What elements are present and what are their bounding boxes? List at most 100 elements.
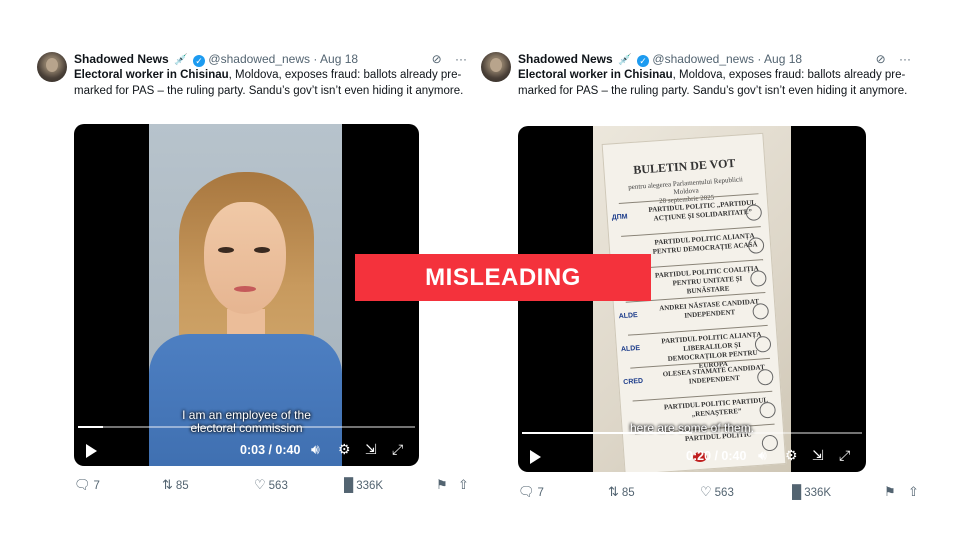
ballot-entry-name: PARTIDUL POLITIC PARTIDUL „RENAȘTERE” bbox=[663, 396, 769, 419]
ballot-vote-circle bbox=[756, 368, 774, 386]
avatar[interactable] bbox=[37, 52, 67, 82]
view-count: 336K bbox=[356, 480, 384, 492]
video-controls: 0:03 / 0:40 🔊︎ ⚙ ⇲ ⤢ bbox=[74, 440, 419, 462]
repost-button[interactable]: ⇅ 85 bbox=[162, 477, 189, 493]
like-button[interactable]: ♡ 563 bbox=[254, 477, 288, 493]
video-progress-fill bbox=[78, 426, 104, 428]
share-button[interactable]: ⇧ bbox=[458, 477, 472, 493]
more-options-icon[interactable]: ··· bbox=[899, 52, 911, 66]
grok-icon[interactable]: ⊘ bbox=[876, 52, 886, 66]
views-bar-chart-icon: █ bbox=[792, 484, 802, 499]
avatar[interactable] bbox=[481, 52, 511, 82]
tweet-date[interactable]: Aug 18 bbox=[320, 52, 358, 66]
ballot-vote-circle bbox=[754, 335, 772, 353]
video-controls: 0:20 / 0:40 🔊︎ ⚙ ⇲ ⤢ bbox=[518, 446, 866, 468]
like-count: 563 bbox=[714, 487, 734, 499]
share-icon: ⇧ bbox=[458, 477, 469, 492]
tweet-actions: 🗨︎ 7 ⇅ 85 ♡ 563 █ 336K ⚑ ⇧ bbox=[518, 484, 919, 502]
ballot-vote-circle bbox=[752, 302, 770, 320]
ballot-entry-name: PARTIDUL POLITIC ALIANȚA PENTRU DEMOCRAȚ… bbox=[652, 231, 758, 256]
video-caption: I am an employee of the electoral commis… bbox=[74, 409, 419, 435]
tweet-text-bold: Electoral worker in Chisinau bbox=[74, 69, 229, 81]
video-progress-fill bbox=[522, 432, 692, 434]
like-count: 563 bbox=[268, 480, 288, 492]
video-progress-bar[interactable] bbox=[78, 426, 415, 428]
repost-icon: ⇅ bbox=[608, 484, 619, 499]
play-icon[interactable] bbox=[86, 444, 97, 458]
bookmark-icon: ⚑ bbox=[436, 477, 448, 492]
settings-gear-icon[interactable]: ⚙ bbox=[338, 441, 351, 458]
syringe-emoji-icon: 💉 bbox=[174, 54, 188, 66]
video-time: 0:20 / 0:40 bbox=[686, 449, 747, 463]
repost-button[interactable]: ⇅ 85 bbox=[608, 484, 635, 500]
author-name[interactable]: Shadowed News bbox=[518, 52, 613, 66]
reply-count: 7 bbox=[93, 480, 100, 492]
views-button[interactable]: █ 336K bbox=[344, 477, 383, 492]
left-eye bbox=[218, 247, 234, 253]
more-options-icon[interactable]: ··· bbox=[455, 52, 467, 66]
bookmark-button[interactable]: ⚑ bbox=[436, 477, 451, 493]
bookmark-icon: ⚑ bbox=[884, 484, 896, 499]
author-handle[interactable]: @shadowed_news bbox=[652, 52, 754, 66]
heart-icon: ♡ bbox=[254, 477, 266, 492]
misleading-banner: MISLEADING bbox=[355, 254, 651, 301]
tweet-actions: 🗨︎ 7 ⇅ 85 ♡ 563 █ 336K ⚑ ⇧ bbox=[74, 477, 469, 495]
tweet-header: Shadowed News 💉 ✓ @shadowed_news · Aug 1… bbox=[74, 52, 467, 68]
ballot-entry-name: ANDREI NĂSTASE CANDIDAT INDEPENDENT bbox=[658, 297, 760, 320]
reply-count: 7 bbox=[537, 487, 544, 499]
fullscreen-icon[interactable]: ⤢ bbox=[392, 441, 403, 458]
separator-dot: · bbox=[313, 52, 318, 66]
reply-button[interactable]: 🗨︎ 7 bbox=[518, 484, 544, 500]
heart-icon: ♡ bbox=[700, 484, 712, 499]
mouth bbox=[234, 286, 256, 292]
tweet-header: Shadowed News 💉 ✓ @shadowed_news · Aug 1… bbox=[518, 52, 911, 68]
reply-icon: 🗨︎ bbox=[518, 484, 535, 499]
volume-icon[interactable]: 🔊︎ bbox=[758, 447, 767, 464]
ballot-entries: ДПМ PARTIDUL POLITIC „PARTIDUL ACȚIUNE ȘI… bbox=[603, 134, 779, 452]
tweet-text-bold: Electoral worker in Chisinau bbox=[518, 69, 673, 81]
settings-gear-icon[interactable]: ⚙ bbox=[785, 447, 798, 464]
like-button[interactable]: ♡ 563 bbox=[700, 484, 734, 500]
caption-line-2: electoral commission bbox=[190, 421, 303, 435]
share-button[interactable]: ⇧ bbox=[908, 484, 922, 500]
repost-count: 85 bbox=[175, 480, 189, 492]
header-actions: ⊘ ··· bbox=[866, 52, 911, 66]
fullscreen-icon[interactable]: ⤢ bbox=[839, 447, 850, 464]
verified-badge-icon: ✓ bbox=[637, 55, 650, 67]
ballot-vote-circle bbox=[759, 401, 777, 419]
syringe-emoji-icon: 💉 bbox=[618, 54, 632, 66]
ballot-party-logo: ДПМ bbox=[611, 213, 628, 222]
repost-count: 85 bbox=[621, 487, 635, 499]
views-button[interactable]: █ 336K bbox=[792, 484, 831, 499]
author-name[interactable]: Shadowed News bbox=[74, 52, 169, 66]
volume-icon[interactable]: 🔊︎ bbox=[311, 441, 320, 458]
play-icon[interactable] bbox=[530, 450, 541, 464]
grok-icon[interactable]: ⊘ bbox=[432, 52, 442, 66]
face bbox=[204, 202, 286, 314]
reply-icon: 🗨︎ bbox=[74, 477, 91, 492]
right-eye bbox=[254, 247, 270, 253]
views-bar-chart-icon: █ bbox=[344, 477, 354, 492]
repost-icon: ⇅ bbox=[162, 477, 173, 492]
ballot-title: BULETIN DE VOT bbox=[632, 155, 736, 177]
tweet-date[interactable]: Aug 18 bbox=[764, 52, 802, 66]
ballot-vote-circle bbox=[749, 269, 767, 287]
picture-in-picture-icon[interactable]: ⇲ bbox=[365, 441, 377, 458]
separator-dot: · bbox=[757, 52, 762, 66]
bookmark-button[interactable]: ⚑ bbox=[884, 484, 899, 500]
tweet-text: Electoral worker in Chisinau, Moldova, e… bbox=[518, 68, 910, 99]
ballot-party-logo: ALDE bbox=[618, 311, 638, 321]
ballot-party-logo: CRED bbox=[623, 377, 644, 387]
picture-in-picture-icon[interactable]: ⇲ bbox=[812, 447, 824, 464]
ballot-vote-circle bbox=[747, 236, 765, 255]
verified-badge-icon: ✓ bbox=[193, 55, 206, 67]
tweet-text: Electoral worker in Chisinau, Moldova, e… bbox=[74, 68, 466, 99]
video-progress-bar[interactable] bbox=[522, 432, 862, 434]
share-icon: ⇧ bbox=[908, 484, 919, 499]
reply-button[interactable]: 🗨︎ 7 bbox=[74, 477, 100, 493]
ballot-vote-circle bbox=[745, 204, 763, 222]
author-handle[interactable]: @shadowed_news bbox=[208, 52, 310, 66]
ballot-party-logo: ALDE bbox=[620, 344, 641, 354]
view-count: 336K bbox=[804, 487, 832, 499]
video-time: 0:03 / 0:40 bbox=[240, 443, 301, 457]
